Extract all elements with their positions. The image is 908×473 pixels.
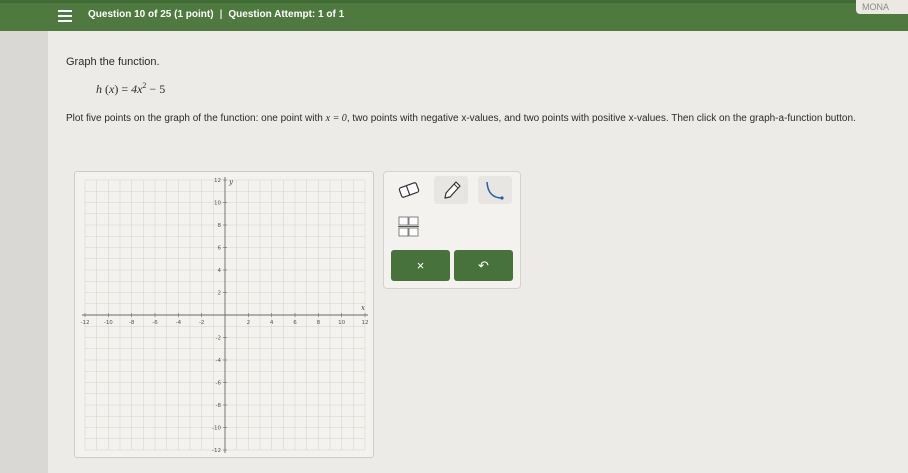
x-tick-label: -10: [104, 320, 113, 326]
instructions: Plot five points on the graph of the fun…: [66, 111, 901, 126]
pencil-tool[interactable]: [434, 176, 468, 204]
x-axis-label: x: [361, 304, 365, 312]
x-tick-label: 12: [362, 320, 369, 326]
curve-tool[interactable]: [478, 176, 512, 204]
x-tick-label: -6: [152, 320, 158, 326]
y-tick-label: -10: [212, 426, 221, 432]
y-tick-label: -2: [216, 336, 221, 342]
x-tick-label: -8: [129, 320, 135, 326]
graph-panel[interactable]: -12 -10 -8 -6 -4 -2 2 4 6 8 10 12 12 10 8 6 4 2 -2 -4 -6 -8 -1…: [74, 171, 374, 458]
left-strip: [0, 0, 48, 473]
function-equation: h (x) = 4x2 − 5: [96, 81, 166, 96]
menu-icon[interactable]: [58, 10, 72, 22]
x-tick-label: 4: [270, 320, 274, 326]
y-tick-label: -6: [216, 381, 222, 387]
undo-button[interactable]: ↶: [454, 250, 513, 281]
y-axis-label: y: [228, 178, 234, 186]
fraction-tool[interactable]: [392, 212, 426, 240]
question-info: Question 10 of 25 (1 point) | Question Att…: [88, 9, 344, 20]
header-bar: Question 10 of 25 (1 point) | Question Att…: [0, 0, 908, 31]
y-tick-label: 10: [214, 201, 221, 207]
coordinate-grid[interactable]: -12 -10 -8 -6 -4 -2 2 4 6 8 10 12 12 10 8 6 4 2 -2 -4 -6 -8 -1…: [75, 172, 373, 457]
eraser-icon: [398, 182, 420, 198]
y-tick-label: -8: [216, 403, 222, 409]
instructions-part-2: , two points with negative x-values, and…: [346, 113, 856, 124]
x-tick-label: 10: [338, 320, 345, 326]
y-tick-label: 8: [218, 223, 222, 229]
y-tick-label: 2: [218, 291, 222, 297]
header-accent: [0, 0, 908, 3]
x-tick-label: 8: [317, 320, 321, 326]
tool-panel: × ↶: [383, 171, 521, 289]
y-tick-label: 4: [218, 268, 222, 274]
prompt-heading: Graph the function.: [66, 56, 160, 68]
equation-tail: − 5: [149, 82, 166, 96]
equation-body: 4x: [131, 82, 143, 96]
pencil-icon: [444, 181, 461, 199]
x-tick-label: 6: [293, 320, 297, 326]
attempt-info: Question Attempt: 1 of 1: [228, 9, 345, 20]
y-tick-label: -12: [212, 448, 221, 454]
y-tick-label: 12: [214, 178, 221, 184]
eraser-tool[interactable]: [392, 176, 426, 204]
user-name[interactable]: MONA: [856, 0, 908, 14]
y-tick-label: 6: [218, 246, 222, 252]
header-separator: |: [219, 9, 223, 20]
instructions-part-1: Plot five points on the graph of the fun…: [66, 113, 326, 124]
y-tick-label: -4: [216, 358, 222, 364]
question-number: Question 10 of 25 (1 point): [88, 9, 214, 20]
x-tick-label: -4: [176, 320, 182, 326]
clear-button[interactable]: ×: [391, 250, 450, 281]
instructions-equation: x = 0: [325, 113, 347, 124]
x-tick-label: -12: [81, 320, 90, 326]
x-tick-label: -2: [199, 320, 204, 326]
x-tick-label: 2: [247, 320, 251, 326]
curve-icon: [486, 181, 504, 200]
fraction-template-icon: [398, 216, 419, 237]
